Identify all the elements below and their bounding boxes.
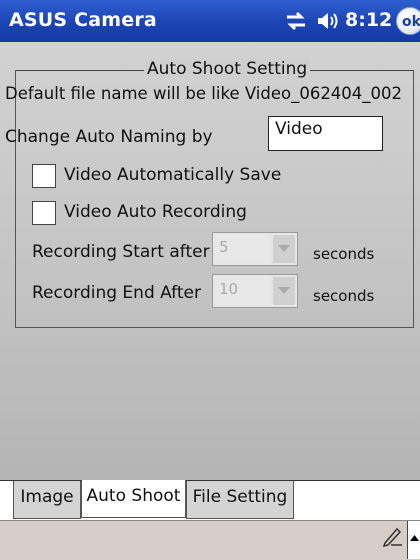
connectivity-icon[interactable]	[285, 11, 307, 31]
end-dropdown[interactable]: 10	[212, 274, 298, 308]
end-dropdown-arrow[interactable]	[273, 277, 295, 305]
auto-record-checkbox[interactable]	[32, 201, 56, 225]
clock[interactable]: 8:12	[345, 9, 392, 31]
sip-arrow-icon	[410, 535, 419, 541]
naming-input[interactable]: Video	[268, 116, 383, 151]
auto-record-label: Video Auto Recording	[64, 202, 247, 222]
naming-label: Change Auto Naming by	[5, 127, 213, 147]
group-title: Auto Shoot Setting	[144, 59, 311, 79]
tab-auto-shoot[interactable]: Auto Shoot	[81, 480, 186, 518]
settings-panel: Auto Shoot Setting Default file name wil…	[0, 42, 420, 480]
start-dropdown-arrow[interactable]	[273, 235, 295, 263]
ok-button[interactable]: ok	[396, 7, 420, 35]
default-name-text: Default file name will be like Video_062…	[5, 84, 403, 103]
auto-save-checkbox[interactable]	[32, 164, 56, 188]
end-unit: seconds	[313, 287, 375, 305]
tab-bar: Image Auto Shoot File Setting	[0, 480, 420, 520]
chevron-down-icon	[278, 287, 290, 294]
auto-save-label: Video Automatically Save	[64, 165, 282, 185]
tab-file-setting[interactable]: File Setting	[186, 481, 294, 519]
speaker-icon[interactable]	[316, 11, 340, 31]
tab-image[interactable]: Image	[13, 481, 81, 519]
end-label: Recording End After	[32, 283, 201, 303]
app-title: ASUS Camera	[9, 9, 157, 31]
title-bar: ASUS Camera 8:12 ok	[0, 0, 420, 42]
sip-button[interactable]	[407, 521, 420, 559]
start-dropdown[interactable]: 5	[212, 232, 298, 266]
menu-bar	[0, 520, 420, 560]
end-value: 10	[215, 277, 269, 305]
start-label: Recording Start after	[32, 242, 210, 262]
chevron-down-icon	[278, 245, 290, 252]
start-unit: seconds	[313, 245, 375, 263]
pencil-icon[interactable]	[381, 525, 403, 547]
auto-shoot-groupbox: Auto Shoot Setting Default file name wil…	[5, 59, 414, 328]
start-value: 5	[215, 235, 269, 263]
